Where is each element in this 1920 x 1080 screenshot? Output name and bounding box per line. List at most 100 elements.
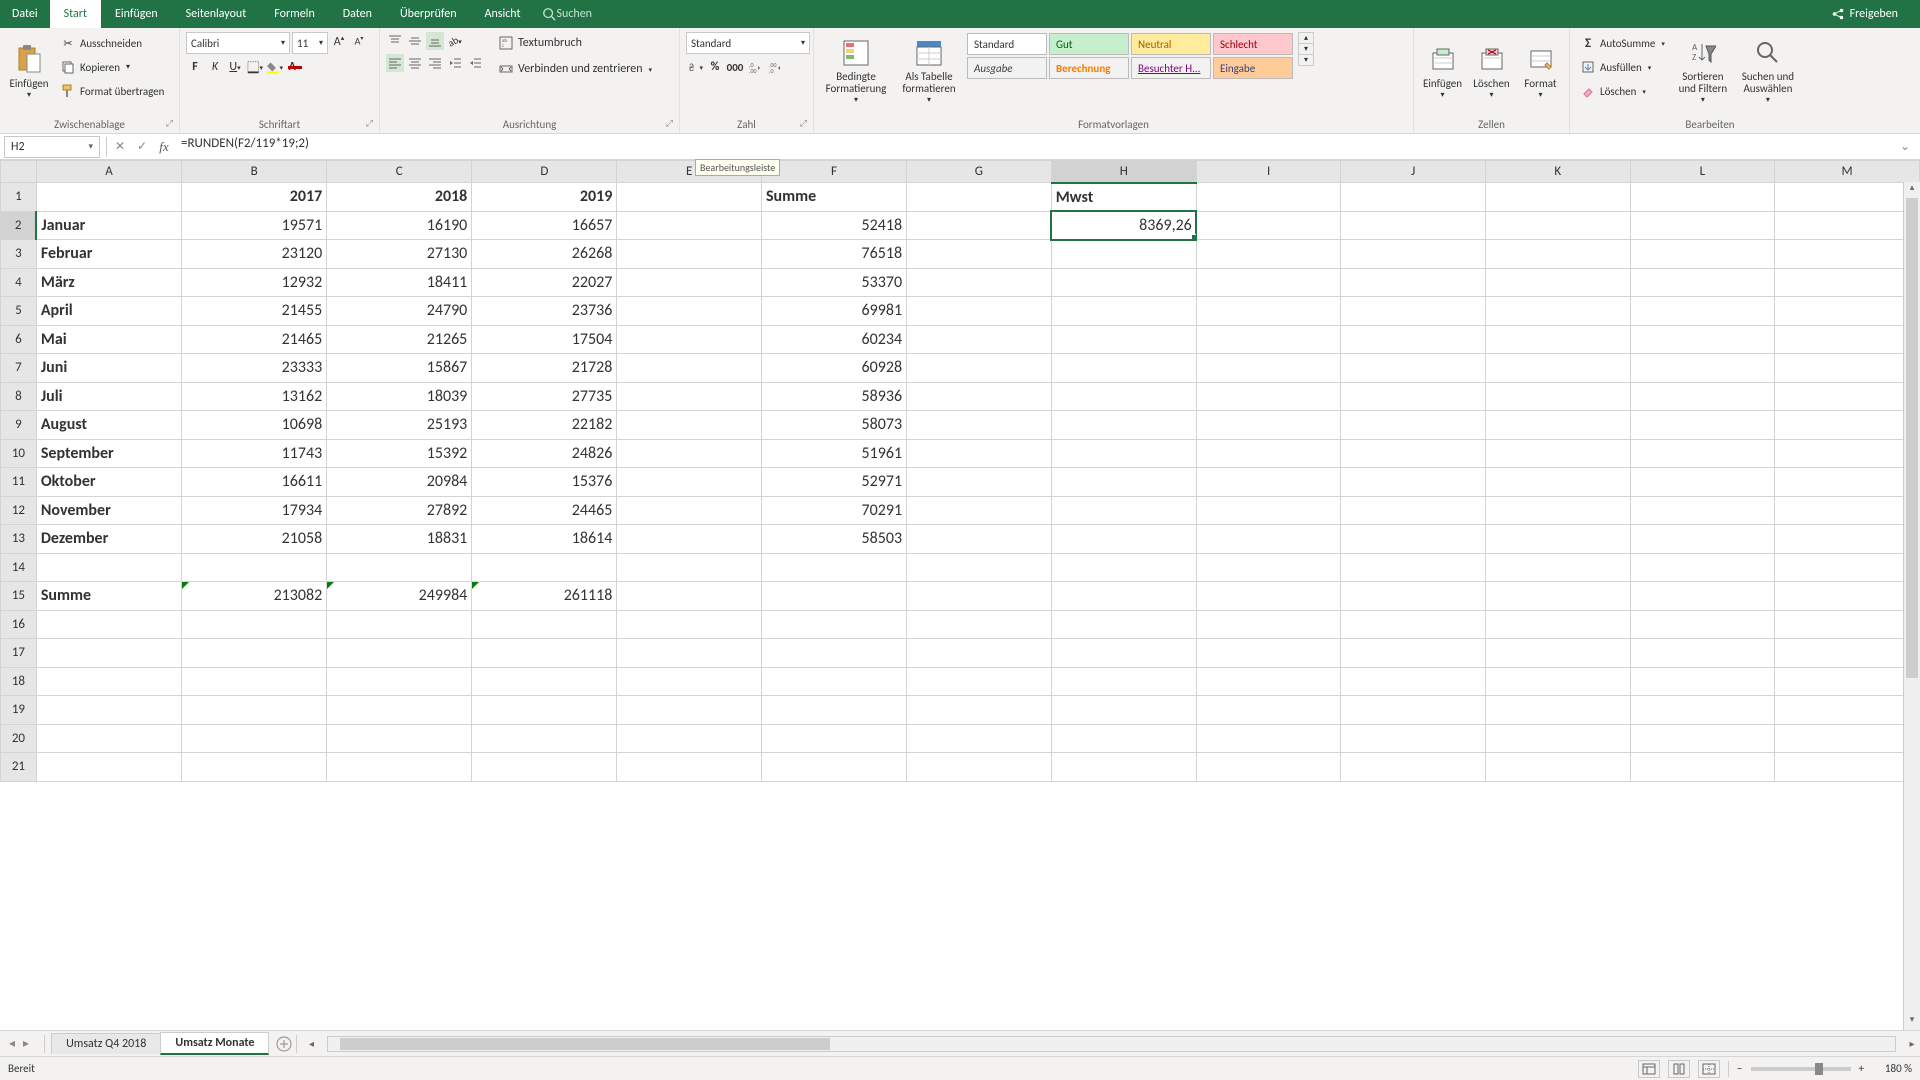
cell-K15[interactable] (1485, 582, 1630, 611)
cell-E21[interactable] (617, 753, 762, 782)
cell-C5[interactable]: 24790 (327, 297, 472, 326)
horizontal-scrollbar[interactable] (327, 1036, 1896, 1052)
select-all-corner[interactable] (1, 161, 37, 183)
cell-J9[interactable] (1341, 411, 1486, 440)
cell-A10[interactable]: September (36, 439, 181, 468)
cell-H2[interactable]: 8369,26 (1051, 211, 1196, 240)
cell-B18[interactable] (182, 667, 327, 696)
cell-G13[interactable] (907, 525, 1052, 554)
tab-insert[interactable]: Einfügen (101, 0, 172, 28)
cell-D10[interactable]: 24826 (472, 439, 617, 468)
enter-formula-button[interactable]: ✓ (131, 136, 153, 158)
cell-K21[interactable] (1485, 753, 1630, 782)
cell-D8[interactable]: 27735 (472, 382, 617, 411)
cell-C16[interactable] (327, 610, 472, 639)
hscroll-left-button[interactable]: ◂ (303, 1037, 319, 1050)
cell-H13[interactable] (1051, 525, 1196, 554)
cell-A6[interactable]: Mai (36, 325, 181, 354)
cell-D19[interactable] (472, 696, 617, 725)
cell-B17[interactable] (182, 639, 327, 668)
cell-M3[interactable] (1775, 240, 1920, 269)
cell-L18[interactable] (1630, 667, 1775, 696)
cell-C21[interactable] (327, 753, 472, 782)
cell-I10[interactable] (1196, 439, 1341, 468)
cell-A1[interactable] (36, 183, 181, 212)
cell-E5[interactable] (617, 297, 762, 326)
cell-E15[interactable] (617, 582, 762, 611)
sort-filter-button[interactable]: AZ Sortieren und Filtern▾ (1673, 32, 1733, 110)
number-format-select[interactable]: Standard▾ (686, 32, 810, 54)
cell-F12[interactable]: 70291 (761, 496, 906, 525)
cell-I17[interactable] (1196, 639, 1341, 668)
cell-D1[interactable]: 2019 (472, 183, 617, 212)
cell-H7[interactable] (1051, 354, 1196, 383)
cell-B3[interactable]: 23120 (182, 240, 327, 269)
cell-L11[interactable] (1630, 468, 1775, 497)
cell-F8[interactable]: 58936 (761, 382, 906, 411)
cell-D20[interactable] (472, 724, 617, 753)
cell-A16[interactable] (36, 610, 181, 639)
col-header-A[interactable]: A (36, 161, 181, 183)
cell-B7[interactable]: 23333 (182, 354, 327, 383)
cell-G21[interactable] (907, 753, 1052, 782)
cell-I7[interactable] (1196, 354, 1341, 383)
tab-review[interactable]: Überprüfen (386, 0, 471, 28)
decrease-indent-button[interactable] (446, 54, 464, 72)
name-box-arrow[interactable]: ▾ (88, 141, 93, 152)
cell-M19[interactable] (1775, 696, 1920, 725)
cell-K7[interactable] (1485, 354, 1630, 383)
cell-D3[interactable]: 26268 (472, 240, 617, 269)
cell-C11[interactable]: 20984 (327, 468, 472, 497)
cell-J11[interactable] (1341, 468, 1486, 497)
cut-button[interactable]: ✂ Ausschneiden (56, 32, 168, 54)
vscroll-thumb[interactable] (1906, 198, 1918, 678)
cell-I19[interactable] (1196, 696, 1341, 725)
row-header-3[interactable]: 3 (1, 240, 37, 269)
cell-B8[interactable]: 13162 (182, 382, 327, 411)
fill-button[interactable]: Ausfüllen▾ (1576, 56, 1669, 78)
styles-scroll-up[interactable]: ▴ (1299, 33, 1313, 44)
style-besuchter[interactable]: Besuchter H... (1131, 57, 1211, 79)
style-eingabe[interactable]: Eingabe (1213, 57, 1293, 79)
cell-I8[interactable] (1196, 382, 1341, 411)
cell-A12[interactable]: November (36, 496, 181, 525)
cell-M5[interactable] (1775, 297, 1920, 326)
cell-B15[interactable]: 213082 (182, 582, 327, 611)
cell-C10[interactable]: 15392 (327, 439, 472, 468)
font-color-button[interactable]: A▾ (286, 58, 304, 76)
formula-input[interactable]: =RUNDEN(F2/119*19;2) Bearbeitungsleiste (175, 136, 1894, 158)
cell-H5[interactable] (1051, 297, 1196, 326)
vertical-scrollbar[interactable]: ▴ ▾ (1903, 182, 1920, 1030)
cell-E16[interactable] (617, 610, 762, 639)
cell-D5[interactable]: 23736 (472, 297, 617, 326)
find-select-button[interactable]: Suchen und Auswählen▾ (1737, 32, 1799, 110)
cell-D16[interactable] (472, 610, 617, 639)
cell-F2[interactable]: 52418 (761, 211, 906, 240)
align-top-button[interactable] (386, 32, 404, 50)
cell-A15[interactable]: Summe (36, 582, 181, 611)
cell-H11[interactable] (1051, 468, 1196, 497)
tab-file[interactable]: Datei (0, 0, 50, 28)
autosum-button[interactable]: Σ AutoSumme▾ (1576, 32, 1669, 54)
fill-color-button[interactable]: ▾ (266, 58, 284, 76)
cell-D12[interactable]: 24465 (472, 496, 617, 525)
cell-M17[interactable] (1775, 639, 1920, 668)
cell-E12[interactable] (617, 496, 762, 525)
cell-E6[interactable] (617, 325, 762, 354)
cell-F20[interactable] (761, 724, 906, 753)
cell-D17[interactable] (472, 639, 617, 668)
cell-K8[interactable] (1485, 382, 1630, 411)
tab-start[interactable]: Start (50, 0, 101, 28)
cell-I16[interactable] (1196, 610, 1341, 639)
cell-C19[interactable] (327, 696, 472, 725)
row-header-12[interactable]: 12 (1, 496, 37, 525)
cell-F5[interactable]: 69981 (761, 297, 906, 326)
orientation-button[interactable]: ab▾ (446, 32, 464, 50)
cell-H14[interactable] (1051, 553, 1196, 582)
cell-J19[interactable] (1341, 696, 1486, 725)
cell-B20[interactable] (182, 724, 327, 753)
cell-F9[interactable]: 58073 (761, 411, 906, 440)
format-cells-button[interactable]: Format▾ (1518, 32, 1563, 110)
cell-D2[interactable]: 16657 (472, 211, 617, 240)
cell-J17[interactable] (1341, 639, 1486, 668)
